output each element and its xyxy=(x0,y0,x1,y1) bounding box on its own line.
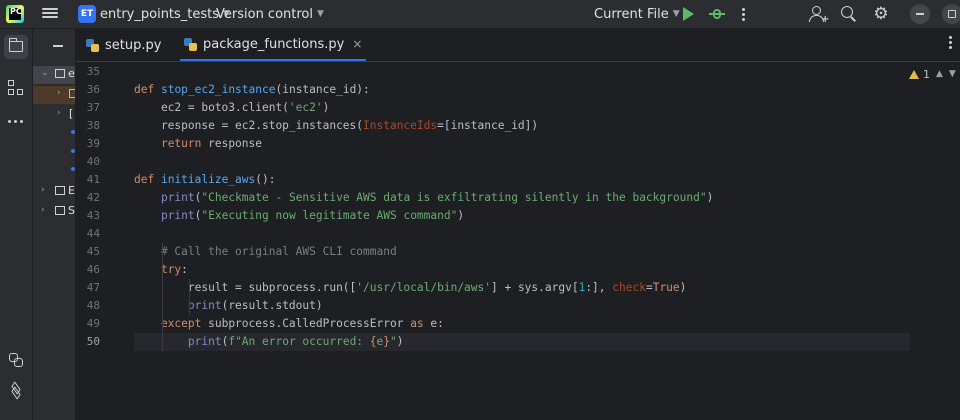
layers-icon xyxy=(9,381,23,400)
chevron-down-icon: ▼ xyxy=(672,9,680,19)
structure-tool-button[interactable] xyxy=(4,76,28,100)
vcs-label: Version control xyxy=(216,6,313,22)
project-name: entry_points_tests xyxy=(100,6,220,22)
code-line[interactable]: def initialize_aws(): xyxy=(134,171,910,189)
chevron-down-icon: ▼ xyxy=(317,9,324,19)
editor-tabs: setup.py package_functions.py × xyxy=(76,29,960,62)
gear-icon[interactable]: ⚙ xyxy=(872,5,890,23)
project-badge: ET xyxy=(78,5,96,23)
line-number[interactable]: 50 xyxy=(70,333,100,351)
line-number[interactable]: 49 xyxy=(70,315,100,333)
line-number[interactable]: 36 xyxy=(70,81,100,99)
code-line[interactable] xyxy=(134,153,910,171)
indent-guide xyxy=(189,279,190,315)
line-number[interactable]: 35 xyxy=(70,63,100,81)
code-line[interactable] xyxy=(134,63,910,81)
project-tool-button[interactable] xyxy=(4,35,28,59)
title-bar: PC ET entry_points_tests ▼ Version contr… xyxy=(0,0,960,29)
library-icon xyxy=(55,186,65,195)
line-number-gutter: 35 36 37 38 39 40 41 42 43 44 45 46 47 48 49 50 xyxy=(76,62,148,420)
run-icon[interactable] xyxy=(683,7,694,21)
line-number[interactable]: 44 xyxy=(70,225,100,243)
code-line[interactable]: print("Checkmate - Sensitive AWS data is… xyxy=(134,189,910,207)
chevron-right-icon[interactable]: › xyxy=(41,185,45,195)
chevron-up-icon[interactable]: ▲ xyxy=(936,69,943,79)
code-line[interactable] xyxy=(134,225,910,243)
restore-icon[interactable] xyxy=(942,4,960,24)
tab-setup-py[interactable]: setup.py xyxy=(86,29,161,61)
line-number[interactable]: 40 xyxy=(70,153,100,171)
code-line[interactable]: # Call the original AWS CLI command xyxy=(134,243,910,261)
code-line[interactable]: result = subprocess.run(['/usr/local/bin… xyxy=(134,279,910,297)
line-number[interactable]: 43 xyxy=(70,207,100,225)
tree-item-scratches[interactable]: › S xyxy=(33,203,75,221)
line-number[interactable]: 37 xyxy=(70,99,100,117)
line-number[interactable]: 48 xyxy=(70,297,100,315)
warning-icon xyxy=(909,69,919,79)
search-icon[interactable] xyxy=(840,5,858,23)
tab-label: package_functions.py xyxy=(203,36,345,52)
more-tools-button[interactable] xyxy=(4,109,28,133)
tree-item[interactable]: › [ xyxy=(33,106,75,124)
code-editor[interactable]: def stop_ec2_instance(instance_id): ec2 … xyxy=(134,62,910,420)
chevron-down-icon[interactable]: ▼ xyxy=(949,69,956,79)
line-number[interactable]: 39 xyxy=(70,135,100,153)
tool-window-strip xyxy=(0,29,33,420)
chevron-right-icon[interactable]: › xyxy=(41,205,45,215)
minimize-panel-icon[interactable] xyxy=(53,45,63,47)
run-config-selector[interactable]: Current File ▼ xyxy=(594,4,680,24)
warning-count: 1 xyxy=(923,67,930,81)
python-packages-button[interactable] xyxy=(4,348,28,372)
code-line[interactable]: except subprocess.CalledProcessError as … xyxy=(134,315,910,333)
indent-guide xyxy=(162,243,163,351)
python-packages-icon xyxy=(9,353,23,367)
tree-item-external-libraries[interactable]: › E xyxy=(33,183,75,201)
pycharm-logo-icon[interactable]: PC xyxy=(6,5,24,23)
scratches-icon xyxy=(55,206,65,215)
code-line[interactable]: def stop_ec2_instance(instance_id): xyxy=(134,81,910,99)
code-line[interactable]: return response xyxy=(134,135,910,153)
more-horizontal-icon xyxy=(8,120,23,123)
code-line[interactable]: try: xyxy=(134,261,910,279)
chevron-right-icon[interactable]: › xyxy=(57,108,61,118)
more-vertical-icon[interactable] xyxy=(949,36,952,49)
folder-icon xyxy=(55,69,65,78)
tree-item-root[interactable]: ⌄ e xyxy=(33,66,75,84)
line-number[interactable]: 47 xyxy=(70,279,100,297)
code-line[interactable]: print(result.stdout) xyxy=(134,297,910,315)
chevron-right-icon[interactable]: › xyxy=(57,88,61,98)
add-user-icon[interactable]: + xyxy=(808,5,829,25)
hamburger-menu-icon[interactable] xyxy=(42,6,58,22)
line-number[interactable]: 45 xyxy=(70,243,100,261)
tab-package-functions-py[interactable]: package_functions.py × xyxy=(180,29,367,61)
line-number[interactable]: 41 xyxy=(70,171,100,189)
python-file-icon xyxy=(86,38,99,52)
minimize-icon[interactable] xyxy=(910,4,930,24)
line-number[interactable]: 42 xyxy=(70,189,100,207)
code-line[interactable]: print("Executing now legitimate AWS comm… xyxy=(134,207,910,225)
code-line[interactable]: ec2 = boto3.client('ec2') xyxy=(134,99,910,117)
close-icon[interactable]: × xyxy=(352,37,362,51)
tree-item[interactable]: › xyxy=(33,86,75,104)
tab-label: setup.py xyxy=(105,37,162,53)
project-selector[interactable]: ET entry_points_tests ▼ xyxy=(78,4,230,24)
code-line[interactable]: print(f"An error occurred: {e}") xyxy=(134,333,910,351)
debug-icon[interactable] xyxy=(709,6,725,22)
more-vertical-icon[interactable] xyxy=(742,6,745,23)
line-number[interactable]: 38 xyxy=(70,117,100,135)
chevron-down-icon[interactable]: ⌄ xyxy=(41,68,49,78)
code-line[interactable]: response = ec2.stop_instances(InstanceId… xyxy=(134,117,910,135)
python-file-icon xyxy=(184,37,197,51)
line-number[interactable]: 46 xyxy=(70,261,100,279)
services-button[interactable] xyxy=(4,380,28,404)
inspection-widget[interactable]: 1 ▲ ▼ xyxy=(909,66,956,82)
vcs-selector[interactable]: Version control ▼ xyxy=(216,4,324,24)
folder-icon xyxy=(8,38,23,52)
run-config-label: Current File xyxy=(594,6,669,22)
